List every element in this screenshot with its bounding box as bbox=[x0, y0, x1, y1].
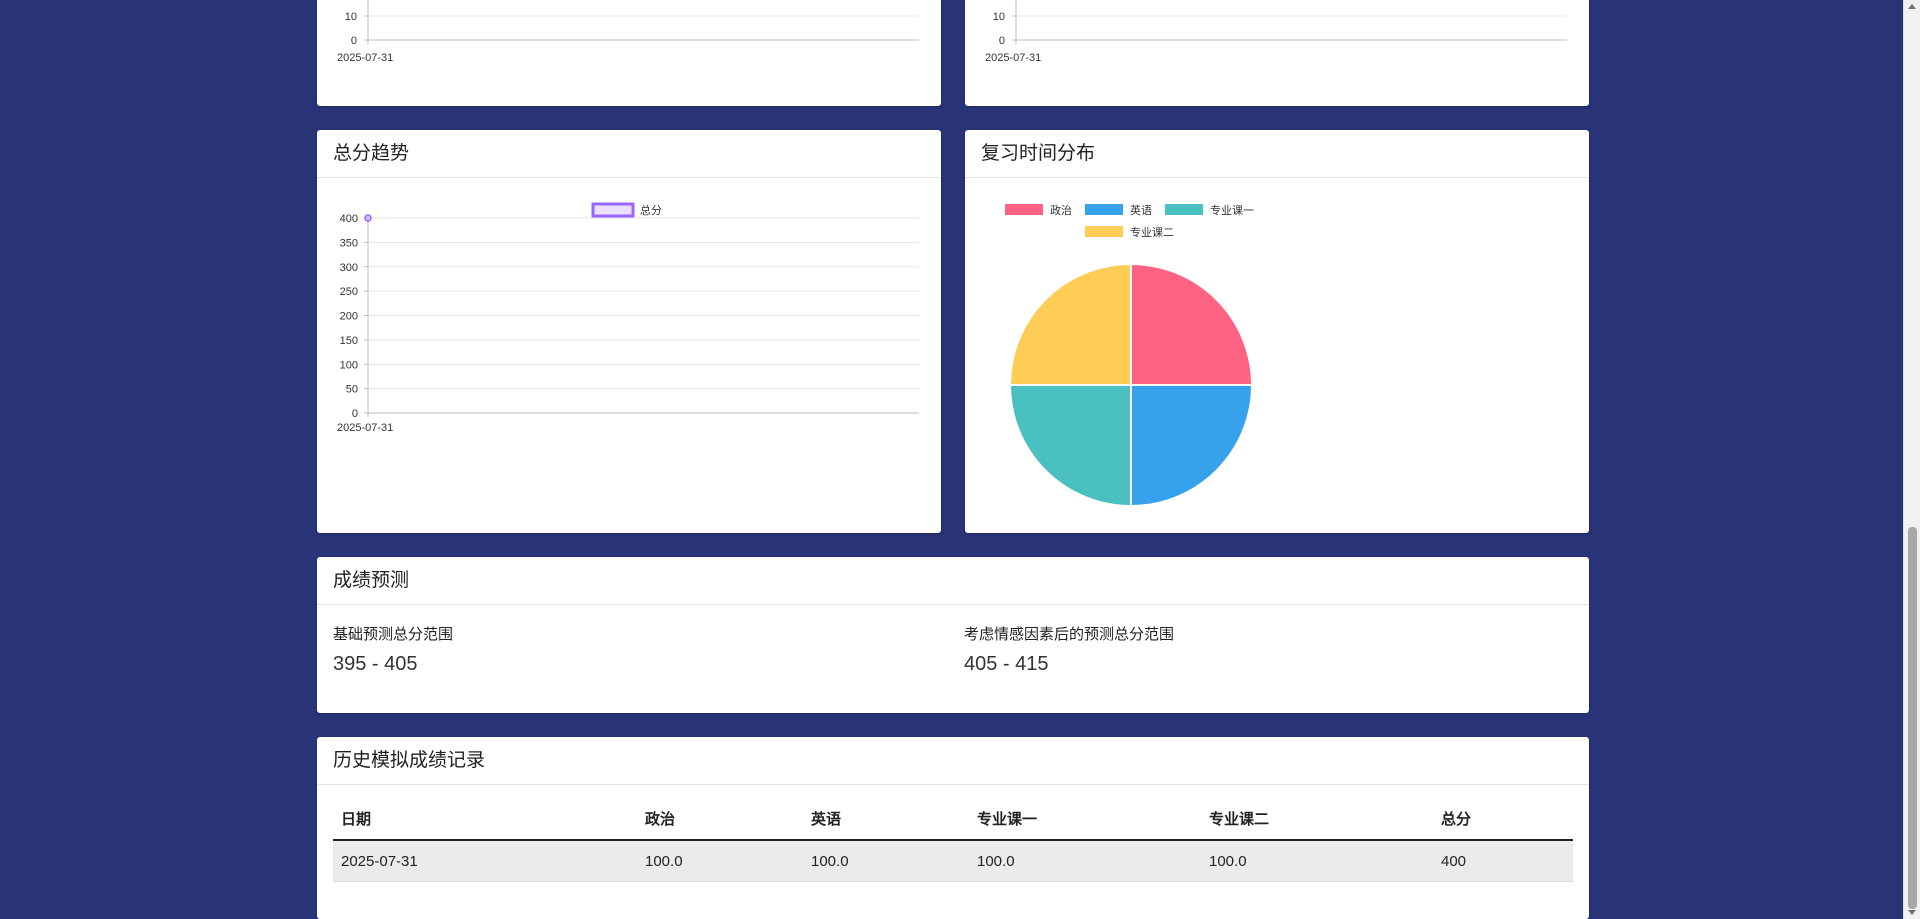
top-left-chart: 10 0 2025-07-31 bbox=[337, 0, 919, 64]
cell-major2: 100.0 bbox=[1201, 840, 1433, 882]
legend-label: 专业课二 bbox=[1130, 225, 1174, 239]
cell-date: 2025-07-31 bbox=[333, 840, 637, 882]
table-header-row: 日期 政治 英语 专业课一 专业课二 总分 bbox=[333, 797, 1573, 841]
column-header-major1: 专业课一 bbox=[969, 797, 1201, 841]
x-tick-label: 2025-07-31 bbox=[985, 52, 1041, 64]
legend-swatch[interactable] bbox=[1165, 204, 1203, 215]
y-tick-label: 0 bbox=[999, 35, 1005, 47]
y-tick-label: 400 bbox=[340, 213, 358, 225]
legend-swatch[interactable] bbox=[1005, 204, 1043, 215]
y-tick-label: 10 bbox=[345, 11, 357, 23]
column-header-politics: 政治 bbox=[637, 797, 803, 841]
legend-label: 专业课一 bbox=[1210, 203, 1254, 217]
history-title: 历史模拟成绩记录 bbox=[317, 737, 1589, 785]
scroll-up-icon[interactable] bbox=[1908, 4, 1916, 9]
page-content: 10 0 2025-07-31 10 0 2025-07-31 总分趋势 总分 … bbox=[317, 0, 1589, 919]
cell-politics: 100.0 bbox=[637, 840, 803, 882]
x-tick-label: 2025-07-31 bbox=[337, 422, 393, 434]
top-left-chart-card: 10 0 2025-07-31 bbox=[317, 0, 941, 106]
y-tick-label: 250 bbox=[340, 286, 358, 298]
top-right-chart-card: 10 0 2025-07-31 bbox=[965, 0, 1589, 106]
history-card: 历史模拟成绩记录 日期 政治 英语 专业课一 专业课二 总分 2025-07-3… bbox=[317, 737, 1589, 919]
top-right-chart: 10 0 2025-07-31 bbox=[985, 0, 1567, 64]
vertical-scrollbar[interactable] bbox=[1903, 0, 1920, 919]
scroll-down-icon[interactable] bbox=[1908, 910, 1916, 915]
y-tick-label: 300 bbox=[340, 262, 358, 274]
history-table: 日期 政治 英语 专业课一 专业课二 总分 2025-07-31 100.0 1… bbox=[333, 797, 1573, 882]
legend-swatch[interactable] bbox=[1085, 226, 1123, 237]
column-header-total: 总分 bbox=[1433, 797, 1573, 841]
review-time-card: 复习时间分布 政治 英语 专业课一专业课二 bbox=[965, 130, 1589, 533]
review-time-title: 复习时间分布 bbox=[965, 130, 1589, 178]
prediction-card: 成绩预测 基础预测总分范围 395 - 405 考虑情感因素后的预测总分范围 4… bbox=[317, 557, 1589, 713]
column-header-english: 英语 bbox=[803, 797, 969, 841]
cell-major1: 100.0 bbox=[969, 840, 1201, 882]
table-row: 2025-07-31 100.0 100.0 100.0 100.0 400 bbox=[333, 840, 1573, 882]
basic-prediction-label: 基础预测总分范围 bbox=[333, 626, 454, 643]
pie-slice-1[interactable] bbox=[1130, 262, 1254, 386]
total-trend-chart: 总分 400 350 300 250 200 150 100 50 0 2025-07-31 bbox=[337, 202, 919, 434]
legend-label: 英语 bbox=[1130, 203, 1152, 217]
legend-label: 政治 bbox=[1050, 203, 1072, 217]
y-tick-label: 100 bbox=[340, 359, 358, 371]
scroll-thumb[interactable] bbox=[1908, 527, 1917, 909]
prediction-title: 成绩预测 bbox=[317, 557, 1589, 605]
y-tick-label: 350 bbox=[340, 237, 358, 249]
legend-swatch[interactable] bbox=[591, 202, 635, 218]
emotional-prediction-value: 405 - 415 bbox=[964, 653, 1049, 675]
y-tick-label: 50 bbox=[346, 384, 358, 396]
column-header-major2: 专业课二 bbox=[1201, 797, 1433, 841]
legend-swatch[interactable] bbox=[1085, 204, 1123, 215]
y-tick-label: 0 bbox=[352, 408, 358, 420]
pie-slice-3[interactable] bbox=[1008, 384, 1132, 508]
pie-slice-4[interactable] bbox=[1008, 262, 1132, 386]
y-tick-label: 10 bbox=[993, 11, 1005, 23]
emotional-prediction-label: 考虑情感因素后的预测总分范围 bbox=[964, 626, 1175, 643]
review-time-chart: 政治 英语 专业课一专业课二 bbox=[1005, 203, 1254, 508]
y-tick-label: 200 bbox=[340, 311, 358, 323]
cell-total: 400 bbox=[1433, 840, 1573, 882]
cell-english: 100.0 bbox=[803, 840, 969, 882]
column-header-date: 日期 bbox=[333, 797, 637, 841]
y-tick-label: 150 bbox=[340, 335, 358, 347]
y-tick-label: 0 bbox=[351, 35, 357, 47]
basic-prediction-value: 395 - 405 bbox=[333, 653, 418, 675]
legend-label: 总分 bbox=[640, 203, 662, 217]
data-point[interactable] bbox=[364, 214, 372, 222]
total-trend-card: 总分趋势 总分 400 350 300 250 200 150 100 50 0 2025-07… bbox=[317, 130, 941, 533]
pie-slice-2[interactable] bbox=[1130, 384, 1254, 508]
total-trend-title: 总分趋势 bbox=[317, 130, 941, 178]
x-tick-label: 2025-07-31 bbox=[337, 52, 393, 64]
